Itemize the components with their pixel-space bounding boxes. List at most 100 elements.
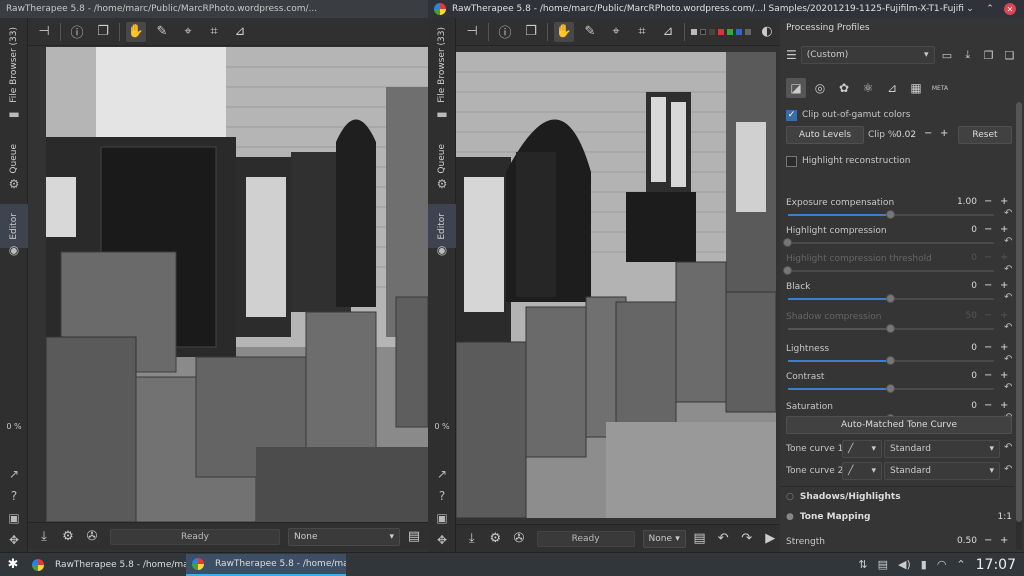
slider-track[interactable] (788, 294, 994, 303)
copy-profile-icon[interactable]: ❐ (980, 46, 997, 64)
save-icon[interactable]: ⤓ (34, 527, 54, 547)
detail-tab-icon[interactable]: ◎ (810, 78, 830, 98)
plus-icon[interactable]: + (1000, 370, 1008, 381)
minus-icon[interactable]: − (984, 342, 992, 353)
profile-select[interactable]: (Custom) ▾ (800, 46, 935, 64)
plus-icon[interactable]: + (1000, 252, 1008, 263)
reset-icon[interactable]: ↶ (1004, 236, 1012, 247)
taskbar-item-1[interactable]: RawTherapee 5.8 - /home/marc/P... (26, 554, 186, 576)
preview-image[interactable] (456, 52, 776, 518)
fullscreen-icon[interactable]: ▣ (433, 510, 451, 526)
metadata-tab-icon[interactable]: META (930, 78, 950, 98)
aperture-icon[interactable]: ◉ (433, 242, 451, 258)
profile-combo[interactable]: None ▾ (642, 529, 686, 548)
minus-icon[interactable]: − (984, 224, 992, 235)
gears-icon[interactable]: ⚙ (5, 176, 23, 192)
taskbar-item-2[interactable]: RawTherapee 5.8 - /home/marc/P... (186, 553, 346, 576)
crop-icon[interactable]: ⌗ (204, 22, 224, 42)
close-icon[interactable]: ✕ (1004, 3, 1016, 15)
list-icon[interactable]: ☰ (786, 48, 797, 62)
hand-icon[interactable]: ✋ (126, 21, 146, 42)
plus-icon[interactable]: + (940, 128, 948, 139)
queue-icon[interactable]: ⚙ (486, 529, 506, 549)
slider-knob[interactable] (886, 384, 895, 393)
white-balance-picker-icon[interactable]: ✎ (152, 22, 172, 42)
external-editor-icon[interactable]: ✇ (509, 529, 529, 549)
reset-icon[interactable]: ↶ (1004, 322, 1012, 333)
minus-icon[interactable]: − (984, 370, 992, 381)
histogram-icon[interactable]: ▤ (690, 529, 710, 549)
tone-mapping-section[interactable]: ● Tone Mapping 1:1 (786, 512, 1012, 522)
rotate-left-icon[interactable]: ↶ (713, 529, 733, 549)
info-icon[interactable]: ⓘ (495, 22, 515, 42)
slider-value[interactable]: 0 (936, 281, 980, 295)
titlebar[interactable]: RawTherapee 5.8 - /home/marc/Public/Marc… (428, 0, 1024, 18)
clipboard-icon[interactable]: ▤ (878, 558, 888, 571)
plus-icon[interactable]: + (1000, 400, 1008, 411)
crop-icon[interactable]: ⌗ (632, 22, 652, 42)
slider-value[interactable]: 0 (936, 343, 980, 357)
plus-icon[interactable]: + (1000, 196, 1008, 207)
minus-icon[interactable]: − (984, 280, 992, 291)
network-icon[interactable]: ⇅ (858, 558, 867, 571)
profile-combo[interactable]: None ▾ (288, 527, 400, 546)
slider-knob[interactable] (783, 238, 792, 247)
reset-icon[interactable]: ↶ (1004, 464, 1012, 475)
plus-icon[interactable]: + (1000, 342, 1008, 353)
send-icon[interactable]: ↗ (5, 466, 23, 482)
slider-track[interactable] (788, 210, 994, 219)
minus-icon[interactable]: − (984, 310, 992, 321)
channel-black-icon[interactable] (700, 28, 706, 35)
plus-icon[interactable]: + (1000, 280, 1008, 291)
tool-scroll-area[interactable]: ✓ Clip out-of-gamut colors Auto Levels C… (780, 102, 1014, 552)
minus-icon[interactable]: − (984, 400, 992, 411)
minus-icon[interactable]: − (984, 252, 992, 263)
slider-track[interactable] (788, 324, 994, 333)
paste-profile-icon[interactable]: ❏ (1001, 46, 1018, 64)
slider-value[interactable]: 50 (936, 311, 980, 325)
spot-icon[interactable]: ⌖ (178, 22, 198, 42)
minus-icon[interactable]: − (924, 128, 932, 139)
slider-value[interactable]: 1.00 (936, 197, 980, 211)
channel-lum-icon[interactable] (745, 28, 751, 35)
minus-icon[interactable]: − (984, 196, 992, 207)
channel-gray-icon[interactable] (691, 28, 697, 35)
gears-icon[interactable]: ⚙ (433, 176, 451, 192)
move-icon[interactable]: ✥ (5, 532, 23, 548)
highlight-recon-checkbox[interactable] (786, 155, 797, 167)
raw-tab-icon[interactable]: ▦ (906, 78, 926, 98)
plus-icon[interactable]: + (1000, 310, 1008, 321)
slider-knob[interactable] (886, 210, 895, 219)
shadows-highlights-section[interactable]: ○ Shadows/Highlights (786, 492, 901, 502)
plus-icon[interactable]: + (1000, 224, 1008, 235)
aperture-icon[interactable]: ◉ (5, 242, 23, 258)
exposure-tab-icon[interactable]: ◪ (786, 78, 806, 98)
reset-icon[interactable]: ↶ (1004, 208, 1012, 219)
panel-scrollbar[interactable] (1016, 102, 1022, 550)
help-icon[interactable]: ? (433, 488, 451, 504)
volume-icon[interactable]: ◀) (898, 558, 911, 571)
rotate-right-icon[interactable]: ↷ (737, 529, 757, 549)
move-icon[interactable]: ✥ (433, 532, 451, 548)
slider-knob[interactable] (783, 266, 792, 275)
spot-icon[interactable]: ⌖ (606, 22, 626, 42)
curve-type-1-select[interactable]: ╱ ▾ (842, 440, 882, 458)
wifi-icon[interactable]: ◠ (937, 558, 947, 571)
info-icon[interactable]: ⓘ (67, 22, 87, 42)
minus-icon[interactable]: − (984, 535, 992, 546)
fullscreen-icon[interactable]: ▣ (5, 510, 23, 526)
slider-track[interactable] (783, 266, 994, 275)
histogram-icon[interactable]: ▤ (404, 527, 424, 547)
clip-gamut-checkbox[interactable]: ✓ (786, 109, 797, 121)
before-after-icon[interactable]: ⊣ (462, 22, 482, 42)
reset-icon[interactable]: ↶ (1004, 354, 1012, 365)
snapshot-icon[interactable]: ❐ (521, 22, 541, 42)
plus-icon[interactable]: + (1000, 535, 1008, 546)
slider-value[interactable]: 0 (936, 253, 980, 267)
queue-icon[interactable]: ⚙ (58, 527, 78, 547)
minimize-icon[interactable]: ⌄ (964, 3, 976, 15)
snapshot-icon[interactable]: ❐ (93, 22, 113, 42)
maximize-icon[interactable]: ⌃ (984, 3, 996, 15)
curve-mode-2-select[interactable]: Standard ▾ (884, 462, 1000, 480)
curve-mode-1-select[interactable]: Standard ▾ (884, 440, 1000, 458)
